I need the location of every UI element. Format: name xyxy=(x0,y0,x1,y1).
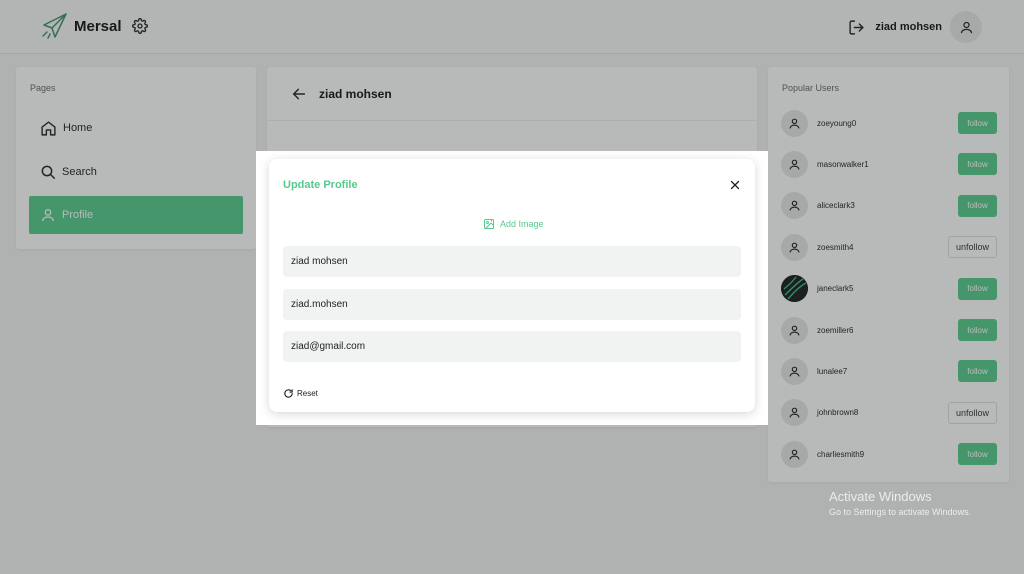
add-image-icon xyxy=(484,219,494,229)
reset-icon xyxy=(284,389,293,398)
reset-label: Reset xyxy=(297,389,318,398)
modal-title: Update Profile xyxy=(283,179,358,191)
update-profile-modal: Update Profile Add Image Reset xyxy=(269,159,755,412)
add-image-label: Add Image xyxy=(500,219,544,229)
activate-windows-watermark: Activate Windows Go to Settings to activ… xyxy=(829,489,971,517)
username-field[interactable] xyxy=(283,289,741,320)
close-icon[interactable] xyxy=(727,177,743,193)
watermark-title: Activate Windows xyxy=(829,489,932,504)
watermark-subtitle: Go to Settings to activate Windows. xyxy=(829,507,972,517)
name-field[interactable] xyxy=(283,246,741,277)
reset-button[interactable]: Reset xyxy=(283,388,318,399)
email-field[interactable] xyxy=(283,331,741,362)
add-image-button[interactable]: Add Image xyxy=(483,218,544,230)
